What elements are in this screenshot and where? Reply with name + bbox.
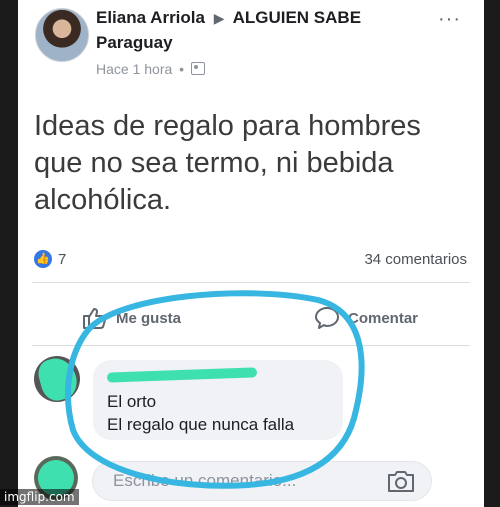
group-privacy-icon <box>190 62 205 75</box>
group-name-continued[interactable]: Paraguay <box>96 33 173 53</box>
thumbs-up-icon <box>83 308 107 329</box>
group-name[interactable]: ALGUIEN SABE <box>233 8 361 27</box>
comment-input-placeholder: Escribe un comentario... <box>113 471 297 490</box>
camera-icon[interactable] <box>386 468 416 494</box>
reaction-count: 7 <box>58 250 67 268</box>
post-card: Eliana Arriola ▶ ALGUIEN SABE Paraguay H… <box>18 0 484 507</box>
post-meta: Hace 1 hora • <box>96 61 205 77</box>
comment-text-line: El regalo que nunca falla <box>107 415 295 434</box>
divider <box>32 282 470 283</box>
comment-bubble: El orto El regalo que nunca falla <box>93 360 343 440</box>
meta-separator: • <box>179 61 185 77</box>
author-avatar[interactable] <box>35 8 89 62</box>
comment-input[interactable]: Escribe un comentario... <box>92 461 432 501</box>
post-time[interactable]: Hace 1 hora <box>96 61 172 77</box>
speech-bubble-icon <box>315 307 339 329</box>
like-label: Me gusta <box>116 309 182 327</box>
redaction-scribble <box>35 356 80 402</box>
post-header: Eliana Arriola ▶ ALGUIEN SABE <box>96 8 361 28</box>
commenter-avatar[interactable] <box>34 356 80 402</box>
divider <box>32 345 470 346</box>
author-name[interactable]: Eliana Arriola <box>96 8 205 27</box>
watermark: imgflip.com <box>0 489 79 505</box>
reactions-summary[interactable]: 👍 7 <box>34 250 66 268</box>
more-options-icon[interactable]: ··· <box>438 8 461 31</box>
comments-count[interactable]: 34 comentarios <box>364 251 467 268</box>
comment-text-line: El orto <box>107 392 157 411</box>
arrow-right-icon: ▶ <box>213 10 225 26</box>
comment-button[interactable]: Comentar <box>314 306 418 330</box>
like-reaction-icon: 👍 <box>34 250 52 268</box>
redacted-commenter-name <box>106 367 258 383</box>
comment-label: Comentar <box>348 309 419 327</box>
like-button[interactable]: Me gusta <box>82 306 181 330</box>
post-text: Ideas de regalo para hombres que no sea … <box>34 110 421 216</box>
